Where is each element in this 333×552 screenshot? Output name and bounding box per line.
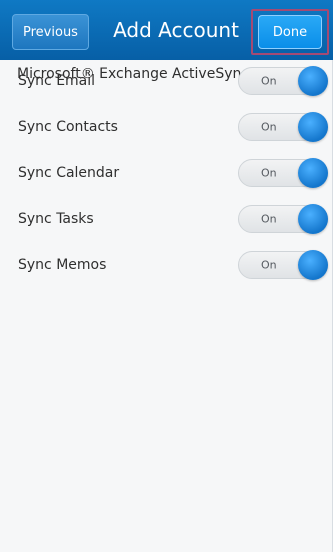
sync-memos-toggle[interactable]: On [238, 250, 328, 280]
sync-email-toggle[interactable]: On [238, 66, 328, 96]
toggle-state: On [261, 74, 277, 88]
setting-label: Sync Memos [18, 257, 107, 273]
toggle-knob-icon [298, 66, 328, 96]
setting-label: Sync Tasks [18, 211, 94, 227]
toggle-knob-icon [298, 204, 328, 234]
toggle-knob-icon [298, 158, 328, 188]
setting-row-sync-contacts: Sync Contacts On [0, 104, 333, 150]
toggle-knob-icon [298, 250, 328, 280]
setting-row-sync-calendar: Sync Calendar On [0, 150, 333, 196]
setting-label: Sync Calendar [18, 165, 120, 181]
add-account-screen: Previous Add Account Done Microsoft® Exc… [0, 0, 333, 552]
page-title: Add Account [113, 18, 239, 42]
sync-calendar-toggle[interactable]: On [238, 158, 328, 188]
title-bar: Previous Add Account Done [0, 0, 333, 60]
done-button[interactable]: Done [258, 15, 322, 49]
setting-row-sync-memos: Sync Memos On [0, 242, 333, 288]
sync-tasks-toggle[interactable]: On [238, 204, 328, 234]
setting-label: Sync Contacts [18, 119, 118, 135]
sync-contacts-toggle[interactable]: On [238, 112, 328, 142]
previous-button[interactable]: Previous [12, 14, 89, 50]
setting-row-sync-email: Sync Email On [0, 58, 333, 104]
toggle-state: On [261, 120, 277, 134]
toggle-state: On [261, 166, 277, 180]
toggle-state: On [261, 212, 277, 226]
setting-label: Sync Email [18, 73, 96, 89]
setting-row-sync-tasks: Sync Tasks On [0, 196, 333, 242]
toggle-knob-icon [298, 112, 328, 142]
toggle-state: On [261, 258, 277, 272]
